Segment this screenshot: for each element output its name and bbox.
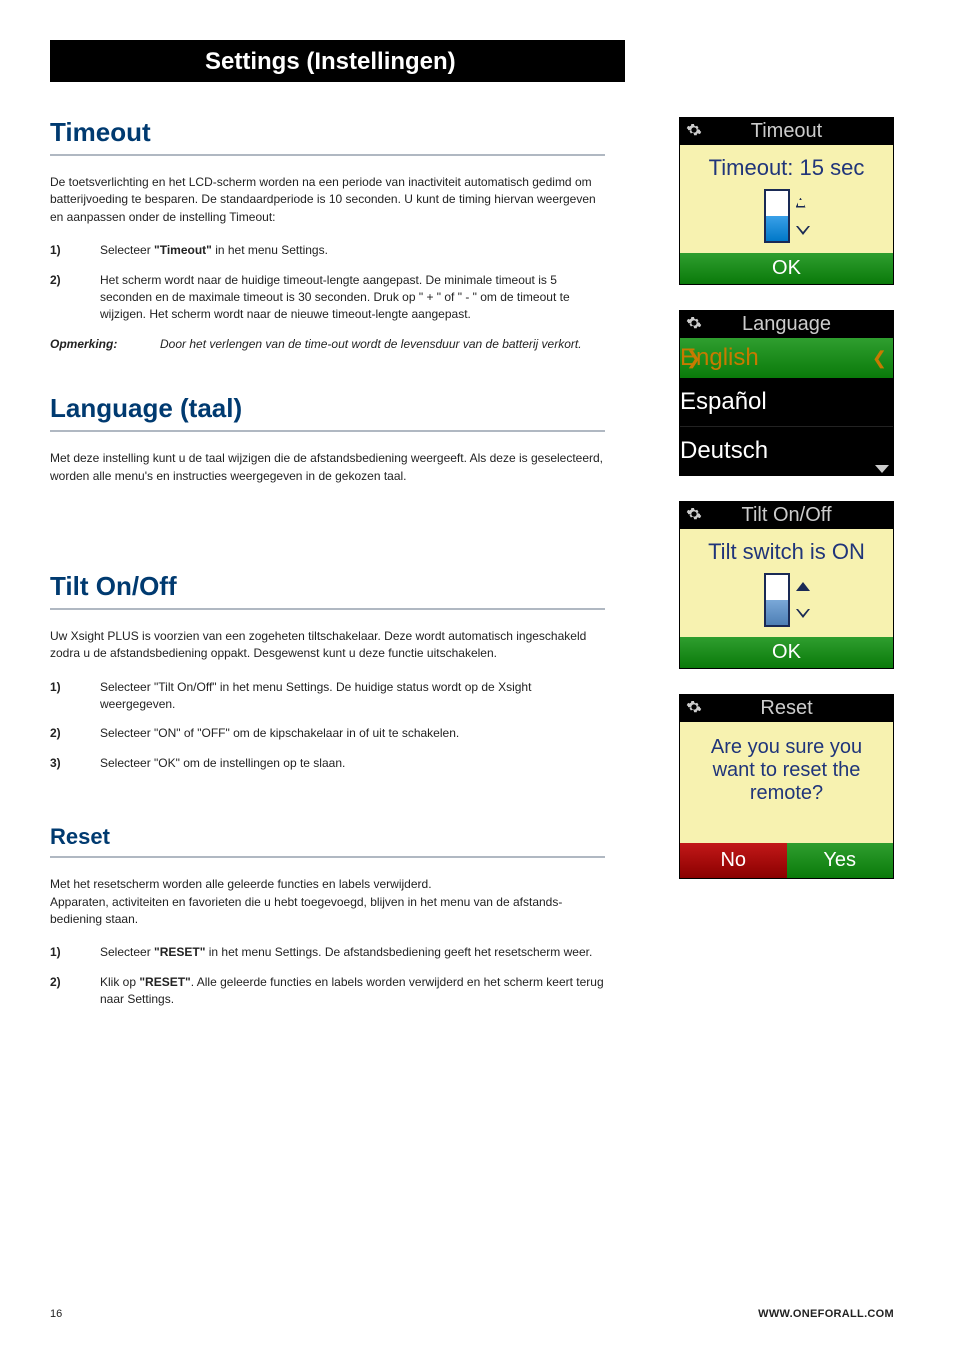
- step-text: Selecteer "Timeout" in het menu Settings…: [100, 242, 605, 259]
- tilt-screen: Tilt On/Off Tilt switch is ON OK: [679, 501, 894, 669]
- main-column: Timeout De toetsverlichting en het LCD-s…: [50, 117, 605, 1021]
- ok-button[interactable]: OK: [680, 253, 893, 284]
- left-arrow-icon: ❯: [686, 348, 701, 369]
- reset-step-2: 2) Klik op "RESET". Alle geleerde functi…: [50, 974, 605, 1009]
- language-intro: Met deze instelling kunt u de taal wijzi…: [50, 450, 605, 485]
- step-text: Het scherm wordt naar de huidige timeout…: [100, 272, 605, 324]
- section-title-timeout: Timeout: [50, 117, 605, 156]
- tilt-value: Tilt switch is ON: [680, 529, 893, 569]
- section-title-language: Language (taal): [50, 393, 605, 432]
- language-option-espanol[interactable]: Español: [680, 378, 893, 427]
- tilt-screen-title: Tilt On/Off: [680, 502, 893, 529]
- language-screen-title: Language: [680, 311, 893, 338]
- gear-icon: [686, 314, 702, 330]
- timeout-screen-title: Timeout: [680, 118, 893, 145]
- timeout-value: Timeout: 15 sec: [680, 145, 893, 185]
- page-footer: 16 WWW.ONEFORALL.COM: [50, 1308, 894, 1320]
- ok-button[interactable]: OK: [680, 637, 893, 668]
- step-text: Klik op "RESET". Alle geleerde functies …: [100, 974, 605, 1009]
- timeout-step-2: 2) Het scherm wordt naar de huidige time…: [50, 272, 605, 324]
- step-number: 1): [50, 242, 100, 259]
- reset-question: Are you sure you want to reset the remot…: [680, 722, 893, 843]
- tilt-intro: Uw Xsight PLUS is voorzien van een zogeh…: [50, 628, 605, 663]
- timeout-slider[interactable]: [680, 185, 893, 253]
- page-header: Settings (Instellingen): [50, 40, 625, 82]
- section-title-reset: Reset: [50, 824, 605, 858]
- gear-icon: [686, 505, 702, 521]
- step-number: 2): [50, 974, 100, 1009]
- reset-intro: Met het resetscherm worden alle geleerde…: [50, 876, 605, 928]
- language-screen: Language ❯ English ❮ Español Deutsch: [679, 310, 894, 476]
- step-text: Selecteer "ON" of "OFF" om de kipschakel…: [100, 725, 605, 742]
- timeout-step-1: 1) Selecteer "Timeout" in het menu Setti…: [50, 242, 605, 259]
- step-text: Selecteer "OK" om de instellingen op te …: [100, 755, 605, 772]
- tilt-step-2: 2) Selecteer "ON" of "OFF" om de kipscha…: [50, 725, 605, 742]
- tilt-step-1: 1) Selecteer "Tilt On/Off" in het menu S…: [50, 679, 605, 714]
- step-number: 1): [50, 944, 100, 961]
- up-arrow-icon[interactable]: [796, 198, 806, 208]
- down-arrow-icon[interactable]: [796, 609, 810, 618]
- step-text: Selecteer "RESET" in het menu Settings. …: [100, 944, 605, 961]
- no-button[interactable]: No: [680, 843, 787, 878]
- step-text: Selecteer "Tilt On/Off" in het menu Sett…: [100, 679, 605, 714]
- right-arrow-icon: ❮: [872, 348, 887, 369]
- step-number: 2): [50, 272, 100, 324]
- tilt-slider[interactable]: [680, 569, 893, 637]
- page-number: 16: [50, 1308, 62, 1320]
- gear-icon: [686, 121, 702, 137]
- step-number: 2): [50, 725, 100, 742]
- up-arrow-icon[interactable]: [796, 582, 810, 591]
- reset-screen: Reset Are you sure you want to reset the…: [679, 694, 894, 879]
- footer-url: WWW.ONEFORALL.COM: [758, 1308, 894, 1320]
- screenshots-column: Timeout Timeout: 15 sec OK Langua: [679, 117, 894, 904]
- tilt-step-3: 3) Selecteer "OK" om de instellingen op …: [50, 755, 605, 772]
- yes-button[interactable]: Yes: [787, 843, 894, 878]
- section-title-tilt: Tilt On/Off: [50, 571, 605, 610]
- language-selected[interactable]: ❯ English ❮: [680, 338, 893, 378]
- gear-icon: [686, 698, 702, 714]
- language-option-deutsch[interactable]: Deutsch: [680, 427, 893, 475]
- timeout-intro: De toetsverlichting en het LCD-scherm wo…: [50, 174, 605, 226]
- timeout-screen: Timeout Timeout: 15 sec OK: [679, 117, 894, 285]
- timeout-note: Opmerking: Door het verlengen van de tim…: [50, 336, 605, 353]
- reset-screen-title: Reset: [680, 695, 893, 722]
- step-number: 3): [50, 755, 100, 772]
- reset-step-1: 1) Selecteer "RESET" in het menu Setting…: [50, 944, 605, 961]
- more-arrow-icon: [875, 465, 889, 473]
- step-number: 1): [50, 679, 100, 714]
- down-arrow-icon[interactable]: [796, 226, 810, 235]
